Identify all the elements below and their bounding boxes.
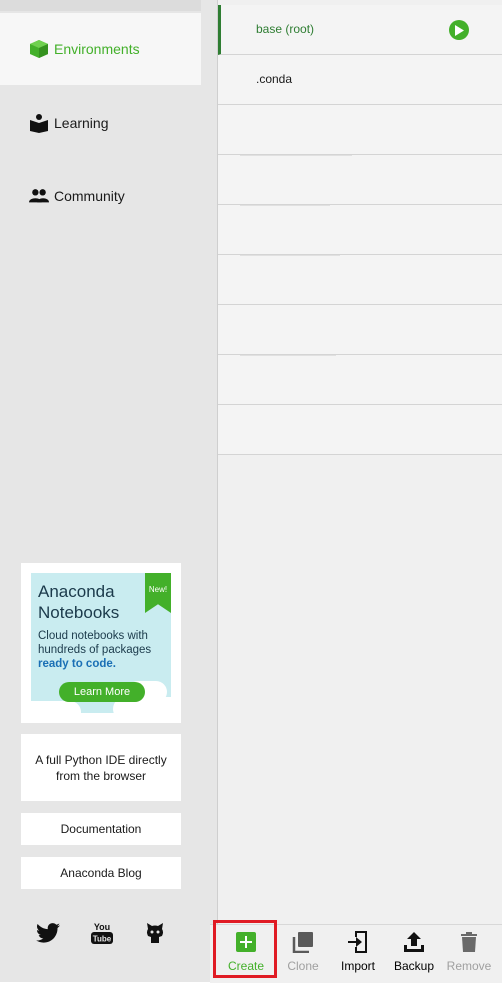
environment-name: .conda <box>256 72 293 86</box>
environment-row-conda[interactable]: .conda <box>218 55 502 105</box>
sidebar-item-label: Community <box>54 188 125 204</box>
people-icon <box>29 186 49 206</box>
upload-icon <box>403 929 425 955</box>
promo-title: Anaconda Notebooks <box>38 581 119 623</box>
sidebar-top-strip <box>0 0 201 11</box>
python-ide-link[interactable]: A full Python IDE directly from the brow… <box>21 734 181 801</box>
backup-label: Backup <box>393 959 435 973</box>
trash-icon <box>460 929 478 955</box>
anaconda-notebooks-promo[interactable]: Anaconda Notebooks Cloud notebooks with … <box>21 563 181 723</box>
promo-desc-line2: hundreds of packages <box>38 644 152 656</box>
sidebar-item-learning[interactable]: Learning <box>0 87 201 159</box>
environments-panel: base (root) .conda <box>218 0 502 924</box>
environment-row[interactable] <box>218 255 502 305</box>
promo-desc-line1: Cloud notebooks with <box>38 630 148 642</box>
sidebar-item-label: Learning <box>54 115 109 131</box>
row-artifact <box>240 155 352 156</box>
github-icon[interactable] <box>142 920 168 946</box>
environment-row[interactable] <box>218 105 502 155</box>
row-artifact <box>240 205 330 206</box>
import-icon <box>347 929 369 955</box>
environment-row[interactable] <box>218 355 502 405</box>
backup-button[interactable]: Backup <box>386 925 442 981</box>
anaconda-blog-link[interactable]: Anaconda Blog <box>21 857 181 889</box>
clone-icon <box>292 929 314 955</box>
environment-toolbar: Create Clone Import Backup Remove <box>210 924 502 983</box>
learn-more-button[interactable]: Learn More <box>59 682 145 702</box>
youtube-icon[interactable]: You Tube <box>89 920 115 946</box>
sidebar: Environments Learning Community Anaconda… <box>0 0 210 982</box>
new-badge: New! <box>145 573 171 613</box>
import-label: Import <box>340 959 375 973</box>
environment-row[interactable] <box>218 155 502 205</box>
environment-row[interactable] <box>218 405 502 455</box>
cloud-decoration <box>31 701 81 713</box>
twitter-icon[interactable] <box>35 920 61 946</box>
promo-desc-highlight: ready to code. <box>38 658 116 670</box>
promo-title-line2: Notebooks <box>38 603 120 622</box>
environment-row[interactable] <box>218 305 502 355</box>
play-icon[interactable] <box>449 20 469 40</box>
promo-banner: Anaconda Notebooks Cloud notebooks with … <box>31 573 171 713</box>
book-reader-icon <box>29 113 49 133</box>
row-artifact <box>240 255 340 256</box>
cube-icon <box>29 39 49 59</box>
create-button[interactable]: Create <box>218 925 274 981</box>
import-button[interactable]: Import <box>330 925 386 981</box>
promo-description: Cloud notebooks with hundreds of package… <box>38 629 168 671</box>
youtube-text-top: You <box>94 922 110 932</box>
environment-row-base[interactable]: base (root) <box>218 5 502 55</box>
environment-name: base (root) <box>256 22 315 36</box>
promo-title-line1: Anaconda <box>38 582 115 601</box>
environment-row[interactable] <box>218 205 502 255</box>
documentation-link[interactable]: Documentation <box>21 813 181 845</box>
remove-button[interactable]: Remove <box>441 925 497 981</box>
sidebar-item-community[interactable]: Community <box>0 160 201 232</box>
remove-label: Remove <box>446 959 492 973</box>
create-label: Create <box>227 959 265 973</box>
sidebar-item-label: Environments <box>54 41 140 57</box>
row-artifact <box>240 355 336 356</box>
clone-label: Clone <box>287 959 319 973</box>
plus-icon <box>236 929 256 955</box>
youtube-text-bottom: Tube <box>93 935 112 944</box>
sidebar-item-environments[interactable]: Environments <box>0 13 201 85</box>
clone-button[interactable]: Clone <box>275 925 331 981</box>
environment-list: base (root) .conda <box>218 5 502 455</box>
